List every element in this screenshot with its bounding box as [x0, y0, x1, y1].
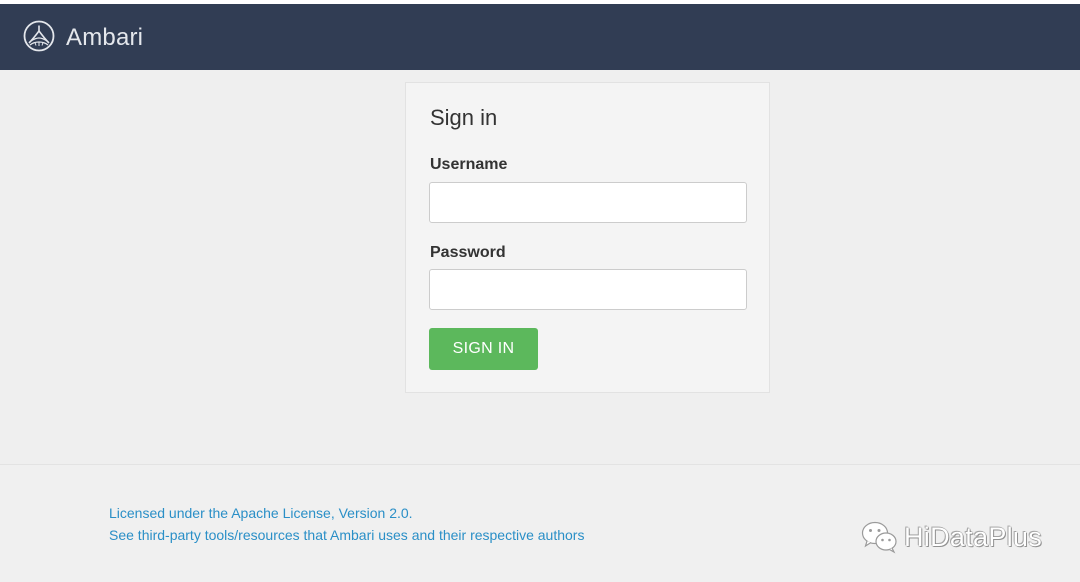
login-card: Sign in Username Password SIGN IN	[405, 82, 770, 393]
third-party-link[interactable]: See third-party tools/resources that Amb…	[109, 526, 584, 544]
watermark: HiDataPlus	[860, 517, 1042, 557]
password-input[interactable]	[429, 269, 747, 310]
sign-in-button[interactable]: SIGN IN	[429, 328, 538, 370]
app-brand-name[interactable]: Ambari	[66, 24, 143, 52]
username-label: Username	[430, 156, 508, 173]
password-label: Password	[430, 244, 506, 261]
license-link[interactable]: Licensed under the Apache License, Versi…	[109, 504, 413, 522]
page-footer: Licensed under the Apache License, Versi…	[0, 465, 1080, 582]
username-input[interactable]	[429, 182, 747, 223]
sign-in-title: Sign in	[430, 105, 498, 130]
top-navbar: Ambari	[0, 4, 1080, 70]
ambari-logo-icon[interactable]	[23, 20, 55, 52]
wechat-icon	[861, 521, 897, 554]
watermark-text: HiDataPlus	[904, 522, 1043, 552]
